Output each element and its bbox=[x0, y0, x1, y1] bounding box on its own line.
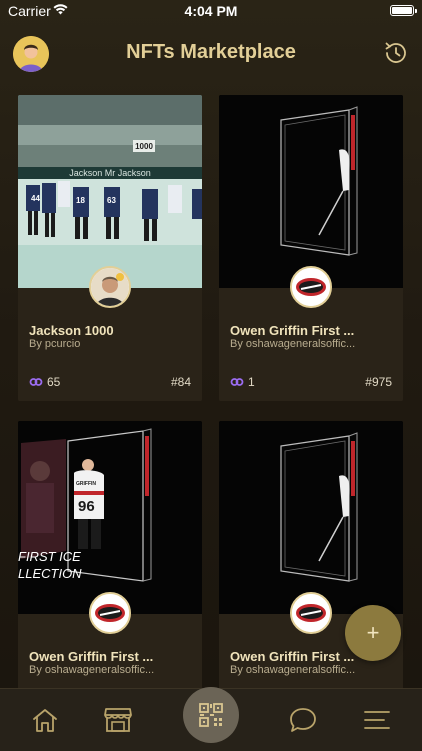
card-title: Jackson 1000 bbox=[29, 323, 114, 338]
player-number: 18 bbox=[76, 196, 85, 205]
card-title: Owen Griffin First ... bbox=[230, 323, 355, 338]
nft-image: Jackson Mr Jackson 1000 44 18 63 bbox=[18, 95, 202, 288]
player-number: 44 bbox=[31, 194, 40, 203]
creator-avatar[interactable] bbox=[290, 592, 332, 634]
card-creator: By pcurcio bbox=[29, 338, 81, 350]
generals-logo bbox=[292, 594, 330, 632]
tab-chat[interactable] bbox=[273, 689, 333, 751]
card-likes: 65 bbox=[29, 375, 60, 389]
nft-image bbox=[219, 95, 403, 288]
nft-card[interactable]: Jackson Mr Jackson 1000 44 18 63 Jackson… bbox=[18, 95, 202, 401]
card-title: Owen Griffin First ... bbox=[29, 649, 154, 664]
header: NFTs Marketplace bbox=[0, 28, 422, 78]
add-nft-button[interactable]: + bbox=[345, 605, 401, 661]
card-number: #84 bbox=[170, 375, 191, 389]
qr-code-icon bbox=[199, 703, 223, 727]
history-button[interactable] bbox=[383, 40, 409, 66]
link-icon bbox=[230, 378, 244, 386]
player-number: 63 bbox=[107, 196, 116, 205]
collection-text: LLECTION bbox=[18, 566, 82, 581]
creator-avatar-image bbox=[91, 268, 129, 306]
home-icon bbox=[33, 709, 57, 732]
store-icon bbox=[104, 708, 132, 732]
page-title: NFTs Marketplace bbox=[126, 41, 296, 63]
tab-home[interactable] bbox=[15, 689, 75, 751]
collection-text: FIRST ICE bbox=[18, 549, 81, 564]
creator-avatar[interactable] bbox=[89, 592, 131, 634]
tab-scan[interactable] bbox=[183, 687, 239, 743]
link-icon bbox=[29, 378, 43, 386]
card-frame-image bbox=[219, 95, 403, 288]
card-number: #975 bbox=[365, 375, 392, 389]
card-frame-image: GRIFFIN 96 FIRST ICE LLECTION bbox=[18, 421, 202, 614]
status-bar: Carrier 4:04 PM bbox=[0, 0, 422, 22]
chat-icon bbox=[290, 708, 316, 732]
tab-store[interactable] bbox=[88, 689, 148, 751]
card-creator: By oshawageneralsoffic... bbox=[29, 664, 155, 676]
generals-logo bbox=[292, 268, 330, 306]
creator-avatar[interactable] bbox=[89, 266, 131, 308]
battery-icon bbox=[390, 5, 417, 16]
nft-card[interactable]: Owen Griffin First ... By oshawagenerals… bbox=[219, 95, 403, 401]
generals-logo bbox=[91, 594, 129, 632]
card-creator: By oshawageneralsoffic... bbox=[230, 664, 356, 676]
nft-card[interactable]: Owen Griffin First ... By oshawagenerals… bbox=[219, 421, 403, 721]
card-frame-image bbox=[219, 421, 403, 614]
nft-image: GRIFFIN 96 FIRST ICE LLECTION bbox=[18, 421, 202, 614]
likes-count: 1 bbox=[248, 375, 255, 389]
nft-image bbox=[219, 421, 403, 614]
hockey-photo-image: Jackson Mr Jackson 1000 44 18 63 bbox=[18, 95, 202, 288]
banner-text: Jackson Mr Jackson bbox=[69, 168, 151, 178]
creator-avatar[interactable] bbox=[290, 266, 332, 308]
jersey-name: GRIFFIN bbox=[76, 481, 96, 487]
bottom-tab-bar bbox=[0, 687, 422, 751]
menu-icon bbox=[364, 711, 390, 729]
likes-count: 65 bbox=[47, 375, 61, 389]
banner-number: 1000 bbox=[135, 142, 153, 151]
card-likes: 1 bbox=[230, 375, 255, 389]
clock-icon bbox=[385, 42, 406, 63]
nft-card[interactable]: GRIFFIN 96 FIRST ICE LLECTION Owen Griff… bbox=[18, 421, 202, 721]
status-time: 4:04 PM bbox=[184, 3, 238, 19]
tab-menu[interactable] bbox=[347, 689, 407, 751]
jersey-number: 96 bbox=[78, 498, 95, 515]
card-creator: By oshawageneralsoffic... bbox=[230, 338, 356, 350]
